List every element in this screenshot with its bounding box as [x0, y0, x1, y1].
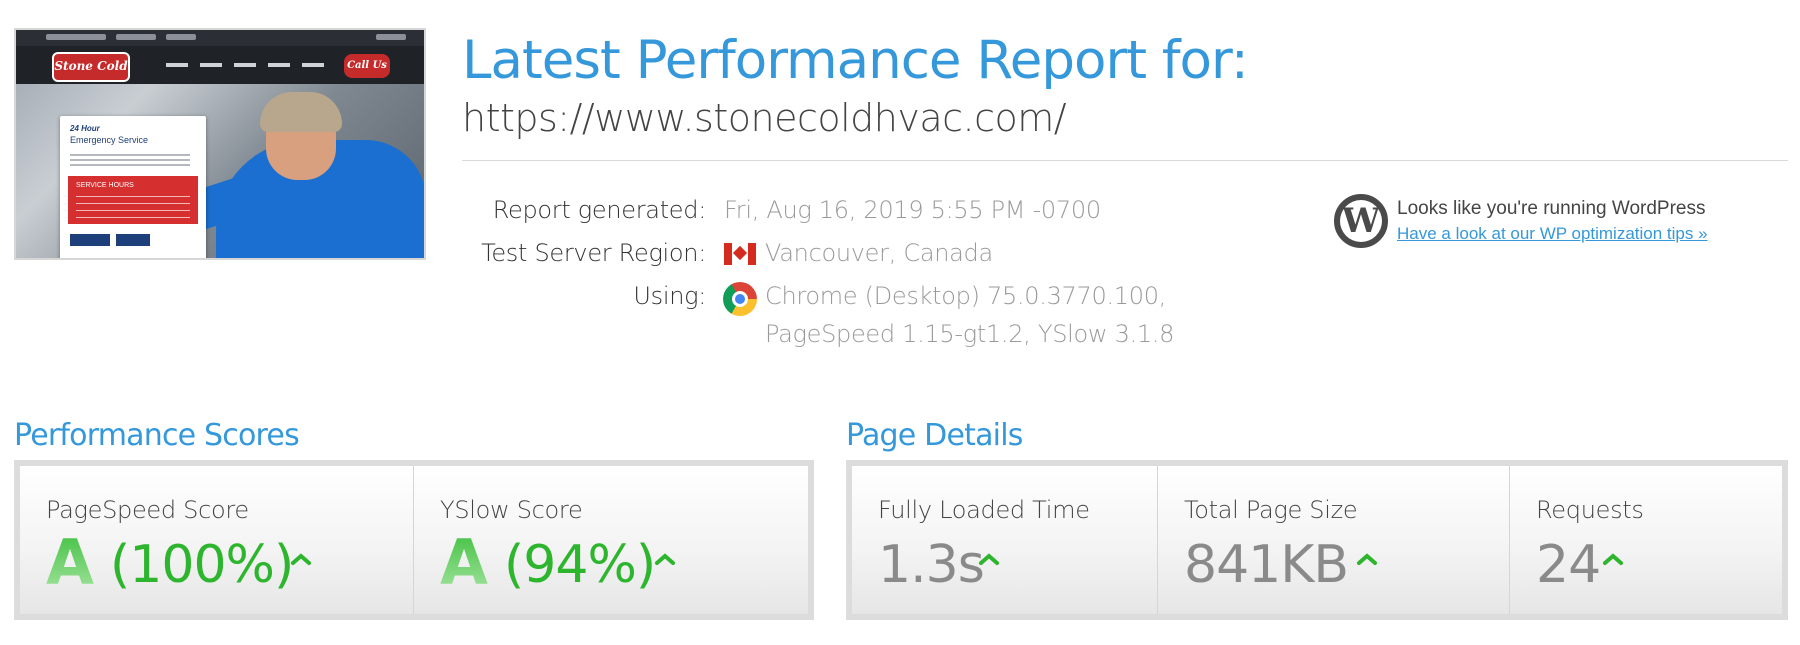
thumbnail-call-button: Call Us: [344, 54, 390, 78]
yslow-up-arrow-icon: [655, 553, 675, 565]
fully-loaded-up-arrow-icon: [979, 553, 999, 565]
total-page-size-label: Total Page Size: [1184, 496, 1358, 524]
thumbnail-logo: Stone Cold: [52, 52, 130, 82]
test-server-region-value: Vancouver, Canada: [765, 239, 993, 267]
performance-scores-panel: PageSpeed Score A (100%) YSlow Score A (…: [14, 460, 814, 620]
test-server-region-label: Test Server Region:: [481, 239, 706, 267]
yslow-percent: (94%): [504, 535, 656, 595]
thumbnail-hours-label: SERVICE HOURS: [76, 182, 134, 189]
total-page-size-value: 841KB: [1184, 535, 1349, 595]
wordpress-notice-text: Looks like you're running WordPress: [1397, 198, 1706, 219]
thumbnail-service-card: 24 Hour Emergency Service SERVICE HOURS: [60, 116, 206, 258]
thumbnail-card-button-2: [116, 234, 150, 246]
thumbnail-hours-box: SERVICE HOURS: [68, 176, 198, 224]
thumbnail-card-button-1: [70, 234, 110, 246]
fully-loaded-time-value: 1.3s: [878, 535, 985, 595]
requests-up-arrow-icon: [1603, 553, 1623, 565]
report-title: Latest Performance Report for:: [462, 30, 1249, 91]
thumbnail-card-kicker: 24 Hour: [70, 124, 100, 133]
header-divider: [462, 160, 1788, 161]
pagespeed-grade: A: [46, 526, 94, 599]
fully-loaded-time-label: Fully Loaded Time: [878, 496, 1090, 524]
requests-cell: Requests 24: [1510, 466, 1782, 614]
canada-flag-icon: [724, 243, 756, 265]
report-url[interactable]: https://www.stonecoldhvac.com/: [462, 96, 1067, 140]
pagespeed-up-arrow-icon: [291, 553, 311, 565]
using-label: Using:: [633, 282, 706, 310]
yslow-score-label: YSlow Score: [440, 496, 583, 524]
yslow-score-cell: YSlow Score A (94%): [414, 466, 808, 614]
thumbnail-person-hair: [260, 92, 342, 132]
report-generated-label: Report generated:: [492, 196, 707, 224]
thumbnail-card-title: Emergency Service: [70, 135, 149, 145]
page-details-title: Page Details: [846, 418, 1023, 453]
using-value-versions: PageSpeed 1.15-gt1.2, YSlow 3.1.8: [765, 320, 1175, 348]
pagespeed-percent: (100%): [110, 535, 294, 595]
requests-value: 24: [1536, 535, 1601, 595]
fully-loaded-time-cell: Fully Loaded Time 1.3s: [852, 466, 1158, 614]
total-page-size-cell: Total Page Size 841KB: [1158, 466, 1510, 614]
wp-optimization-tips-link[interactable]: Have a look at our WP optimization tips …: [1397, 224, 1708, 244]
pagespeed-score-label: PageSpeed Score: [46, 496, 249, 524]
yslow-grade: A: [440, 526, 488, 599]
using-value-browser: Chrome (Desktop) 75.0.3770.100,: [765, 282, 1167, 310]
page-size-up-arrow-icon: [1357, 553, 1377, 565]
thumbnail-card-text: [70, 154, 190, 168]
chrome-icon: [723, 282, 757, 316]
requests-label: Requests: [1536, 496, 1644, 524]
performance-scores-title: Performance Scores: [14, 418, 300, 453]
page-details-panel: Fully Loaded Time 1.3s Total Page Size 8…: [846, 460, 1788, 620]
site-screenshot-thumbnail: Stone Cold Call Us 24 Hour Emergency Ser…: [14, 28, 426, 260]
report-generated-value: Fri, Aug 16, 2019 5:55 PM -0700: [724, 196, 1101, 224]
thumbnail-hours-lines: [76, 196, 190, 218]
thumbnail-nav-links: [166, 63, 326, 67]
pagespeed-score-cell: PageSpeed Score A (100%): [20, 466, 414, 614]
thumbnail-topbar: [16, 30, 424, 46]
wordpress-icon: W: [1334, 194, 1388, 248]
